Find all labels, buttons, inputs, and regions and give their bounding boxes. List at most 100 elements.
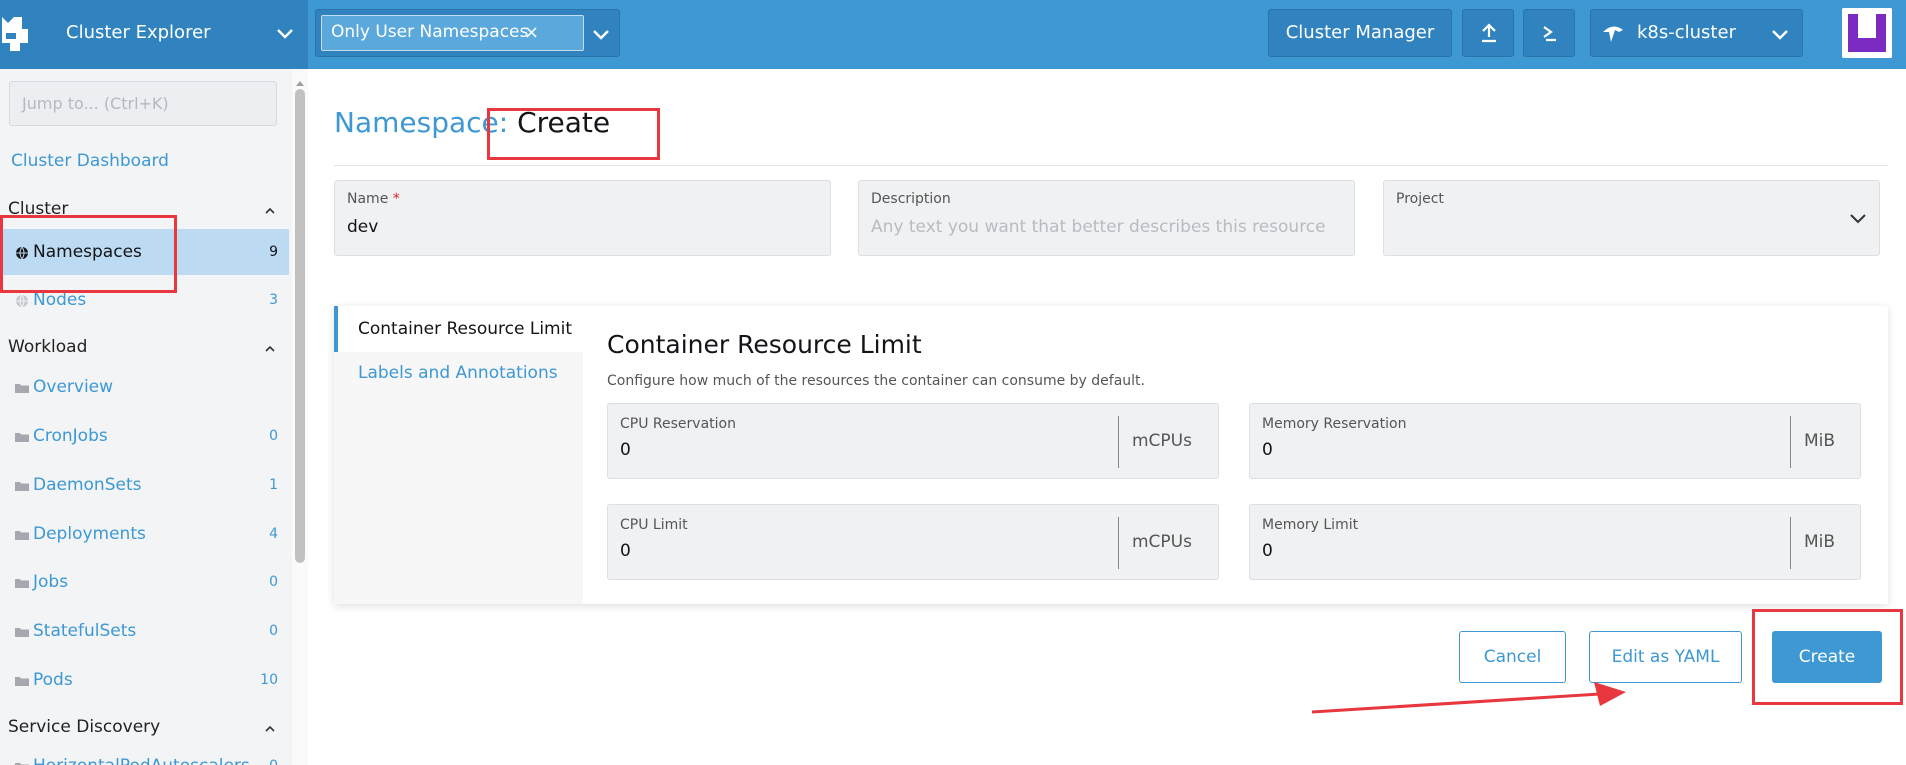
cpu-reservation-value: 0 (620, 440, 631, 460)
sidebar-item-cronjobs[interactable]: CronJobs 0 (0, 413, 289, 459)
name-field[interactable]: Name * dev (334, 180, 831, 256)
chevron-down-icon[interactable] (1769, 23, 1791, 45)
unit-label: MiB (1804, 431, 1836, 451)
globe-icon (15, 293, 29, 308)
unit-divider (1790, 517, 1791, 569)
sidebar-item-overview[interactable]: Overview (0, 364, 289, 410)
jump-to-search-input[interactable]: Jump to... (Ctrl+K) (9, 81, 277, 126)
cpu-reservation-label: CPU Reservation (620, 416, 736, 432)
rancher-logo-icon (0, 9, 40, 59)
unit-divider (1118, 517, 1119, 569)
required-marker: * (392, 191, 400, 207)
folder-icon (15, 759, 29, 765)
sidebar-item-count: 1 (269, 477, 278, 493)
sidebar-item-count: 10 (260, 672, 278, 688)
sidebar-item-label: DaemonSets (33, 475, 142, 495)
sidebar-item-count: 4 (269, 526, 278, 542)
sidebar-item-label: Overview (33, 377, 114, 397)
sidebar-item-hpa[interactable]: HorizontalPodAutoscalers 0 (0, 743, 289, 765)
sidebar-item-label: StatefulSets (33, 621, 137, 641)
tab-labels-annotations[interactable]: Labels and Annotations (334, 350, 583, 396)
description-label: Description (871, 191, 951, 207)
highlight-box-title (487, 108, 660, 160)
cpu-limit-label: CPU Limit (620, 517, 688, 533)
cluster-selector[interactable]: k8s-cluster (1590, 9, 1803, 57)
project-select[interactable]: Project (1383, 180, 1880, 256)
highlight-box-namespaces (0, 215, 177, 293)
highlight-box-create (1752, 609, 1903, 705)
unit-divider (1118, 416, 1119, 468)
description-placeholder: Any text you want that better describes … (871, 217, 1326, 237)
folder-icon (15, 478, 29, 492)
cancel-button[interactable]: Cancel (1459, 631, 1566, 683)
scroll-up-arrow-icon[interactable] (294, 73, 306, 86)
sidebar-item-statefulsets[interactable]: StatefulSets 0 (0, 608, 289, 654)
sidebar-item-count: 0 (269, 623, 278, 639)
description-field[interactable]: Description Any text you want that bette… (858, 180, 1355, 256)
upload-icon (1478, 22, 1500, 44)
namespace-filter-chip: Only User Namespaces × (321, 15, 584, 51)
app-title: Cluster Explorer (66, 22, 211, 43)
sidebar-item-label: Jobs (33, 572, 69, 592)
group-workload[interactable]: Workload (8, 337, 87, 357)
project-label: Project (1396, 191, 1444, 207)
cpu-limit-field[interactable]: CPU Limit 0 mCPUs (607, 504, 1219, 580)
chevron-up-icon[interactable] (263, 721, 277, 735)
unit-divider (1790, 416, 1791, 468)
chevron-down-icon[interactable] (590, 23, 612, 45)
sidebar-item-count: 0 (269, 743, 278, 765)
page-title-resource[interactable]: Namespace: (334, 106, 508, 139)
memory-reservation-label: Memory Reservation (1262, 416, 1407, 432)
unit-label: mCPUs (1132, 431, 1192, 451)
tabbed-panel: Container Resource Limit Labels and Anno… (334, 306, 1888, 604)
remove-filter-icon[interactable]: × (524, 16, 539, 50)
tab-label: Labels and Annotations (358, 363, 558, 383)
kubectl-shell-button[interactable] (1523, 9, 1575, 57)
avatar[interactable] (1842, 8, 1892, 58)
name-value: dev (347, 217, 379, 237)
panel-description: Configure how much of the resources the … (607, 373, 1145, 389)
memory-reservation-value: 0 (1262, 440, 1273, 460)
chevron-down-icon[interactable] (1847, 207, 1869, 229)
namespace-filter[interactable]: Only User Namespaces × (315, 9, 620, 57)
cpu-limit-value: 0 (620, 541, 631, 561)
folder-icon (15, 624, 29, 638)
chevron-down-icon[interactable] (274, 22, 296, 44)
group-service-discovery[interactable]: Service Discovery (8, 717, 160, 737)
unit-label: mCPUs (1132, 532, 1192, 552)
tab-label: Container Resource Limit (358, 319, 572, 339)
unit-label: MiB (1804, 532, 1836, 552)
sidebar-item-daemonsets[interactable]: DaemonSets 1 (0, 462, 289, 508)
sidebar-item-label: CronJobs (33, 426, 108, 446)
cpu-reservation-field[interactable]: CPU Reservation 0 mCPUs (607, 403, 1219, 479)
folder-icon (15, 527, 29, 541)
sidebar-item-jobs[interactable]: Jobs 0 (0, 559, 289, 605)
name-label: Name * (347, 191, 400, 207)
import-yaml-button[interactable] (1462, 9, 1514, 57)
sidebar-item-count: 9 (269, 244, 278, 260)
container-resource-limit-panel: Container Resource Limit Configure how m… (583, 306, 1888, 604)
folder-icon (15, 575, 29, 589)
sidebar-item-label: HorizontalPodAutoscalers (33, 743, 250, 765)
memory-limit-field[interactable]: Memory Limit 0 MiB (1249, 504, 1861, 580)
folder-icon (15, 429, 29, 443)
chevron-up-icon[interactable] (263, 203, 277, 217)
title-divider (334, 165, 1888, 166)
sidebar-item-label: Pods (33, 670, 73, 690)
cluster-icon (1601, 22, 1625, 44)
sidebar-item-pods[interactable]: Pods 10 (0, 657, 289, 703)
edit-as-yaml-button[interactable]: Edit as YAML (1589, 631, 1742, 683)
cluster-dashboard-link[interactable]: Cluster Dashboard (11, 151, 169, 171)
sidebar-scrollbar-thumb[interactable] (295, 89, 305, 563)
cluster-switcher[interactable]: Cluster Explorer (0, 0, 308, 69)
cluster-manager-button[interactable]: Cluster Manager (1268, 9, 1452, 57)
sidebar-item-deployments[interactable]: Deployments 4 (0, 511, 289, 557)
chevron-up-icon[interactable] (263, 341, 277, 355)
sidebar-item-count: 0 (269, 574, 278, 590)
namespace-filter-label: Only User Namespaces (331, 22, 529, 42)
main-content: Namespace: Create Name * dev Description… (308, 69, 1906, 765)
tab-container-resource-limit[interactable]: Container Resource Limit (334, 306, 583, 352)
panel-title: Container Resource Limit (607, 330, 922, 359)
folder-icon (15, 673, 29, 687)
memory-reservation-field[interactable]: Memory Reservation 0 MiB (1249, 403, 1861, 479)
